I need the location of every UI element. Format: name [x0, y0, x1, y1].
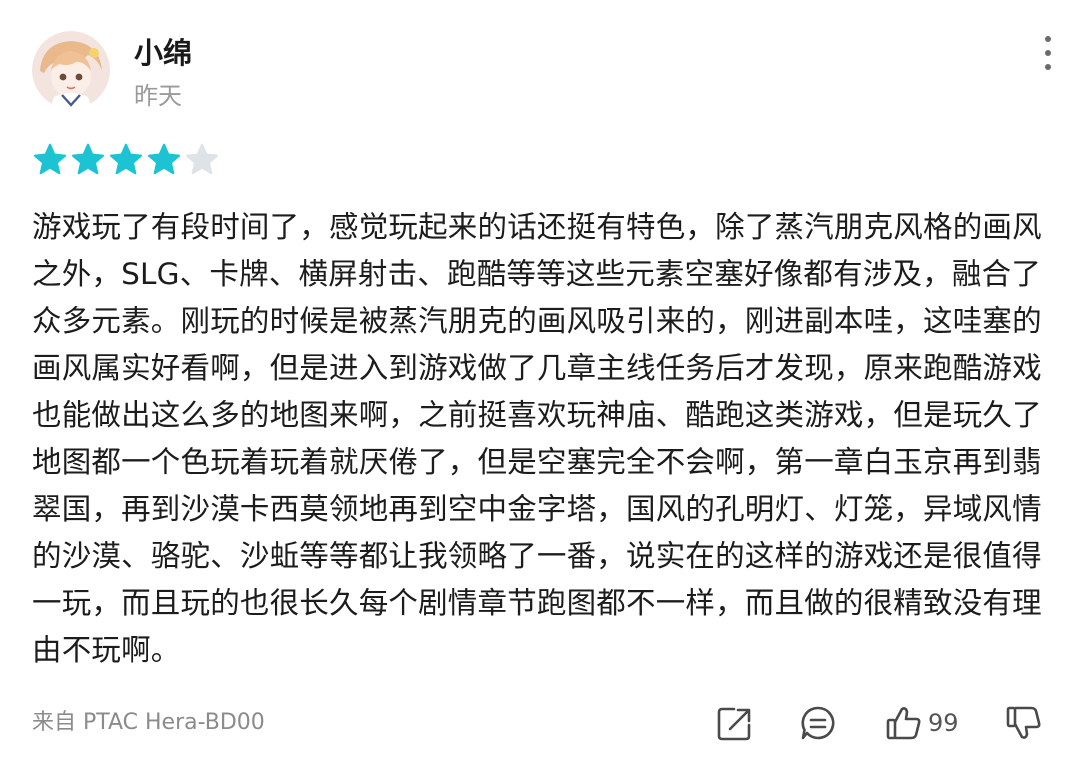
comment-icon [801, 706, 835, 740]
review-body: 游戏玩了有段时间了，感觉玩起来的话还挺有特色，除了蒸汽朋克风格的画风之外，SLG… [32, 210, 1042, 667]
star-empty-icon [185, 143, 219, 175]
star-rating [32, 142, 220, 180]
star-filled-icon [147, 143, 181, 175]
star-filled-icon [109, 143, 143, 175]
review-date: 昨天 [134, 82, 182, 110]
review-card: 小绵 昨天 游戏玩了有段时间了，感觉玩起来的话还挺有特色，除了蒸汽朋克风格的画风… [0, 0, 1080, 777]
star-filled-icon [71, 143, 105, 175]
comment-button[interactable] [798, 702, 838, 744]
avatar[interactable] [32, 31, 110, 109]
more-options-button[interactable] [1030, 36, 1066, 70]
star-filled-icon [33, 143, 67, 175]
share-icon [717, 707, 751, 741]
thumbs-down-icon [1006, 706, 1041, 739]
more-vertical-icon-dot [1045, 64, 1051, 70]
like-button[interactable] [884, 702, 924, 744]
thumbs-up-icon [886, 707, 921, 740]
author-name[interactable]: 小绵 [134, 34, 192, 72]
avatar-image [32, 31, 110, 109]
dislike-button[interactable] [1004, 702, 1044, 744]
like-count: 99 [928, 709, 959, 737]
more-vertical-icon-dot [1045, 50, 1051, 56]
device-info: 来自 PTAC Hera-BD00 [32, 710, 265, 735]
share-button[interactable] [714, 702, 754, 744]
more-vertical-icon [1045, 36, 1051, 42]
